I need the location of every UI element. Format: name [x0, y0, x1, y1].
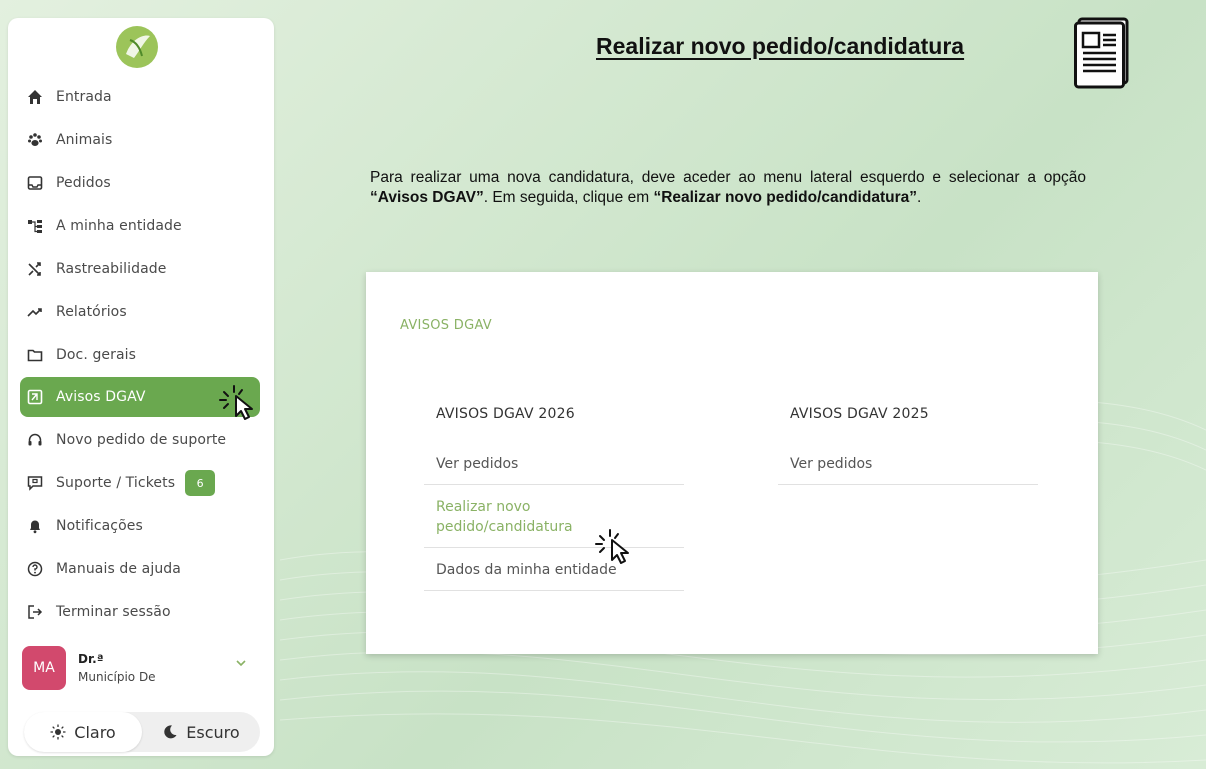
chat-icon	[26, 474, 44, 492]
sidebar-item-label: A minha entidade	[56, 218, 182, 234]
page-title: Realizar novo pedido/candidatura	[596, 33, 965, 59]
tickets-count-badge: 6	[185, 470, 216, 496]
app-logo[interactable]	[114, 24, 160, 70]
column-heading: AVISOS DGAV 2025	[790, 406, 929, 422]
sidebar-item-relatorios[interactable]: Relatórios	[20, 297, 260, 327]
sidebar-item-label: Animais	[56, 132, 113, 148]
org-chart-icon	[26, 217, 44, 235]
notice-icon	[26, 388, 44, 406]
logout-icon	[26, 603, 44, 621]
sidebar-item-label: Doc. gerais	[56, 347, 137, 363]
sun-icon	[50, 724, 66, 740]
dark-theme-button[interactable]: Escuro	[142, 712, 260, 752]
home-icon	[26, 88, 44, 106]
sidebar-item-label: Avisos DGAV	[56, 389, 146, 405]
sidebar-item-label: Notificações	[56, 518, 143, 534]
sidebar-item-label: Novo pedido de suporte	[56, 432, 227, 448]
card-title: AVISOS DGAV	[400, 318, 492, 333]
sidebar-item-pedidos[interactable]: Pedidos	[20, 168, 260, 198]
document-icon	[1074, 17, 1129, 89]
headset-icon	[26, 431, 44, 449]
sidebar-item-novo-pedido-de-suporte[interactable]: Novo pedido de suporte	[20, 425, 260, 455]
avisos-2025-column: AVISOS DGAV 2025 Ver pedidos	[778, 406, 1038, 485]
ver-pedidos-2025-link[interactable]: Ver pedidos	[778, 442, 1038, 485]
folder-icon	[26, 346, 44, 364]
pointer-cursor-icon	[595, 529, 629, 564]
sidebar-item-label: Manuais de ajuda	[56, 561, 181, 577]
avatar: MA	[22, 646, 66, 690]
sidebar-item-a-minha-entidade[interactable]: A minha entidade	[20, 211, 260, 241]
realizar-novo-pedido-link[interactable]: Realizar novo pedido/candidatura	[424, 485, 684, 548]
trend-icon	[26, 303, 44, 321]
moon-icon	[164, 725, 177, 739]
theme-toggle: Claro Escuro	[24, 712, 260, 752]
sidebar-item-doc-gerais[interactable]: Doc. gerais	[20, 340, 260, 370]
sidebar-item-rastreabilidade[interactable]: Rastreabilidade	[20, 254, 260, 284]
help-icon	[26, 560, 44, 578]
user-organization: Município De	[78, 670, 156, 684]
sidebar-item-label: Pedidos	[56, 175, 111, 191]
avisos-2026-column: AVISOS DGAV 2026 Ver pedidos Realizar no…	[424, 406, 684, 591]
dados-da-minha-entidade-link[interactable]: Dados da minha entidade	[424, 548, 684, 591]
chevron-down-icon[interactable]	[234, 656, 248, 670]
user-profile[interactable]: MA Dr.ª Município De	[22, 640, 262, 696]
sidebar-item-label: Terminar sessão	[56, 604, 171, 620]
sidebar-item-manuais-de-ajuda[interactable]: Manuais de ajuda	[20, 554, 260, 584]
ver-pedidos-2026-link[interactable]: Ver pedidos	[424, 442, 684, 485]
avisos-dgav-card: AVISOS DGAV AVISOS DGAV 2026 Ver pedidos…	[366, 272, 1098, 654]
sidebar-item-notificacoes[interactable]: Notificações	[20, 511, 260, 541]
column-heading: AVISOS DGAV 2026	[436, 406, 575, 422]
dark-theme-label: Escuro	[186, 722, 240, 742]
paw-icon	[26, 131, 44, 149]
inbox-icon	[26, 174, 44, 192]
sidebar-item-terminar-sessao[interactable]: Terminar sessão	[20, 597, 260, 627]
instructions-paragraph: Para realizar uma nova candidatura, deve…	[370, 169, 1086, 206]
pointer-cursor-icon	[219, 385, 253, 420]
sidebar-item-entrada[interactable]: Entrada	[20, 82, 260, 112]
shuffle-icon	[26, 260, 44, 278]
sidebar-item-label: Rastreabilidade	[56, 261, 167, 277]
sidebar-item-suporte-tickets[interactable]: Suporte / Tickets 6	[20, 468, 260, 498]
light-theme-button[interactable]: Claro	[24, 712, 142, 752]
sidebar-item-animais[interactable]: Animais	[20, 125, 260, 155]
user-name: Dr.ª	[78, 652, 104, 666]
bell-icon	[26, 517, 44, 535]
light-theme-label: Claro	[74, 722, 116, 742]
sidebar-item-label: Entrada	[56, 89, 112, 105]
sidebar-item-label: Relatórios	[56, 304, 127, 320]
sidebar-item-label: Suporte / Tickets	[56, 475, 176, 491]
